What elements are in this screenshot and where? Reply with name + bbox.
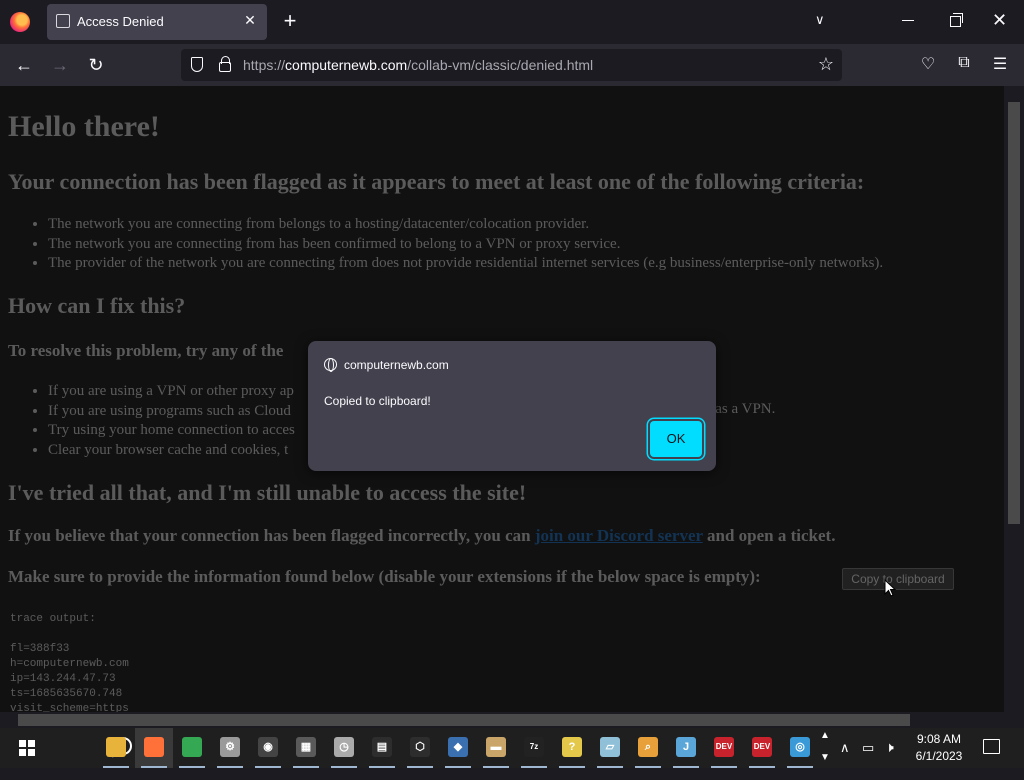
java-icon: J — [676, 737, 696, 757]
7zip-icon: 7z — [524, 737, 544, 757]
close-tab-icon[interactable]: ✕ — [241, 12, 259, 29]
taskbar-app-clock[interactable]: ◷ — [325, 728, 363, 768]
horizontal-scrollbar[interactable] — [0, 712, 1024, 728]
new-tab-button[interactable]: + — [280, 8, 300, 34]
taskbar-app-archive[interactable]: ▬ — [477, 728, 515, 768]
devcpp-icon-1: DEV — [714, 737, 734, 757]
taskbar-app-devcpp[interactable]: DEV — [743, 728, 781, 768]
file-explorer-icon — [106, 737, 126, 757]
bookmark-star-icon[interactable]: ☆ — [818, 54, 834, 75]
settings-icon: ⚙ — [220, 737, 240, 757]
taskbar-app-7zip[interactable]: 7z — [515, 728, 553, 768]
3d-viewer-icon: ⬡ — [410, 737, 430, 757]
restore-window-button[interactable] — [950, 13, 963, 27]
calculator-icon: ▦ — [296, 737, 316, 757]
tab-favicon-icon — [56, 14, 70, 28]
horizontal-scroll-thumb[interactable] — [18, 714, 910, 726]
close-window-button[interactable]: ✕ — [992, 10, 1007, 31]
pocket-icon[interactable]: ♡ — [917, 54, 939, 74]
taskbar-app-help[interactable]: ? — [553, 728, 591, 768]
clock-time: 9:08 AM — [916, 732, 962, 746]
taskbar-clock[interactable]: 9:08 AM 6/1/2023 — [910, 731, 968, 765]
minimize-window-button[interactable] — [902, 20, 914, 21]
taskbar-app-network-app[interactable]: ◎ — [781, 728, 819, 768]
devcpp-icon-2: DEV — [752, 737, 772, 757]
url-text[interactable]: https://computernewb.com/collab-vm/class… — [243, 57, 593, 73]
archive-icon: ▬ — [486, 737, 506, 757]
reload-button[interactable]: ↻ — [85, 54, 107, 76]
tab-access-denied[interactable]: Access Denied ✕ — [47, 4, 267, 40]
back-button[interactable]: ← — [13, 54, 35, 76]
dialog-message: Copied to clipboard! — [324, 394, 431, 408]
extensions-puzzle-icon[interactable]: ⧉ — [953, 54, 975, 72]
taskbar-app-firefox[interactable] — [135, 728, 173, 768]
dialog-origin: computernewb.com — [344, 358, 449, 372]
ok-button[interactable]: OK — [650, 421, 702, 457]
taskbar-app-calculator[interactable]: ▦ — [287, 728, 325, 768]
show-hidden-icons-chevron-icon[interactable]: ∧ — [840, 740, 850, 780]
notepad-icon: ▱ — [600, 737, 620, 757]
app-menu-hamburger-icon[interactable]: ☰ — [989, 54, 1011, 74]
vertical-scrollbar[interactable] — [1004, 86, 1024, 712]
taskbar-app-notepad[interactable]: ▱ — [591, 728, 629, 768]
taskbar-search-button[interactable] — [52, 728, 132, 768]
taskbar-app-settings[interactable]: ⚙ — [211, 728, 249, 768]
network-icon[interactable]: ▭ — [862, 740, 874, 780]
tab-title: Access Denied — [77, 14, 164, 29]
help-icon: ? — [562, 737, 582, 757]
taskbar-scroll[interactable]: ▲ ▼ — [820, 728, 834, 768]
list-all-tabs-chevron-icon[interactable]: ∨ — [815, 12, 825, 28]
navigation-toolbar: ← → ↻ https://computernewb.com/collab-vm… — [0, 44, 1024, 86]
search-tool-icon: ⌕ — [638, 737, 658, 757]
taskbar-app-calendar[interactable]: ▤ — [363, 728, 401, 768]
taskbar-app-devcpp[interactable]: DEV — [705, 728, 743, 768]
taskbar-app-virtualbox[interactable]: ◆ — [439, 728, 477, 768]
calendar-icon: ▤ — [372, 737, 392, 757]
globe-icon — [324, 358, 337, 372]
forward-button[interactable]: → — [49, 54, 71, 76]
notification-center-icon[interactable] — [983, 739, 1000, 754]
address-bar[interactable]: https://computernewb.com/collab-vm/class… — [181, 49, 842, 81]
camera-icon: ◉ — [258, 737, 278, 757]
virtualbox-icon: ◆ — [448, 737, 468, 757]
taskbar-app-chrome[interactable] — [173, 728, 211, 768]
volume-muted-icon[interactable]: 🕨 — [885, 739, 894, 779]
tracking-protection-shield-icon[interactable] — [191, 57, 203, 72]
mouse-cursor-icon — [884, 579, 896, 597]
network-app-icon: ◎ — [790, 737, 810, 757]
taskbar-app-camera[interactable]: ◉ — [249, 728, 287, 768]
taskbar-app-3d-viewer[interactable]: ⬡ — [401, 728, 439, 768]
vertical-scroll-thumb[interactable] — [1008, 102, 1020, 524]
start-button[interactable] — [4, 728, 42, 768]
chrome-icon — [182, 737, 202, 757]
site-security-lock-icon[interactable] — [219, 56, 231, 72]
windows-logo-icon — [19, 740, 35, 756]
taskbar-app-java[interactable]: J — [667, 728, 705, 768]
taskbar-app-file-explorer[interactable] — [97, 728, 135, 768]
windows-taskbar: ⚙ ◉ ▦ ◷ ▤ ⬡ ◆ ▬ 7z? ▱ ⌕ J DEV DEV ◎ ▲ ▼ ∧ ▭ 🕨 9:08 AM … — [0, 728, 1024, 768]
firefox-icon — [144, 737, 164, 757]
clock-icon: ◷ — [334, 737, 354, 757]
clock-date: 6/1/2023 — [915, 749, 963, 763]
firefox-logo-icon[interactable] — [10, 12, 30, 32]
tab-strip: Access Denied ✕ + ∨ ✕ — [0, 0, 1024, 44]
taskbar-app-search-tool[interactable]: ⌕ — [629, 728, 667, 768]
